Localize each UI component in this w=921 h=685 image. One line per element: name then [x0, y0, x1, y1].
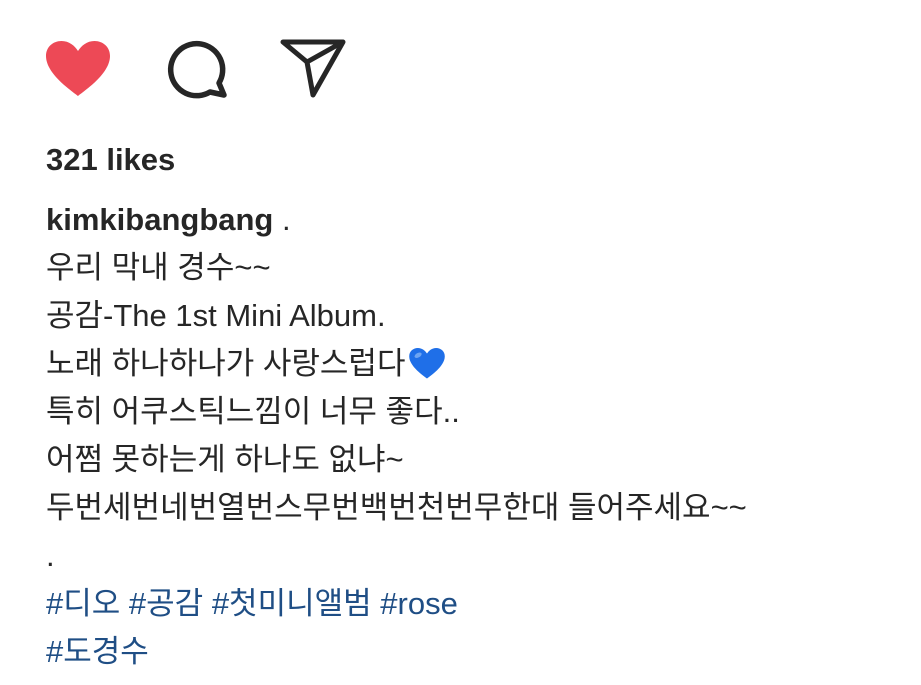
- hashtag-link[interactable]: #공감: [129, 586, 203, 621]
- caption-line: 공감-The 1st Mini Album.: [46, 298, 386, 333]
- speech-bubble-icon: [167, 40, 227, 99]
- like-button[interactable]: [40, 36, 116, 100]
- username-link[interactable]: kimkibangbang: [46, 202, 273, 237]
- caption-line: 어쩜 못하는게 하나도 없냐~: [46, 442, 404, 477]
- hashtag-link[interactable]: #첫미니앨범: [212, 586, 372, 621]
- share-button[interactable]: [278, 36, 348, 100]
- heart-filled-icon: [46, 41, 110, 96]
- caption-text: 노래 하나하나가 사랑스럽다: [46, 346, 406, 381]
- hashtag-link[interactable]: #디오: [46, 586, 120, 621]
- likes-count[interactable]: 321 likes: [46, 138, 175, 182]
- paper-plane-icon: [280, 39, 346, 98]
- caption-line: 노래 하나하나가 사랑스럽다: [46, 340, 906, 388]
- caption-line: 두번세번네번열번스무번백번천번무한대 들어주세요~~: [46, 490, 747, 525]
- caption-line: 특히 어쿠스틱느낌이 너무 좋다..: [46, 394, 460, 429]
- post-action-bar: [40, 36, 348, 100]
- caption-line: 우리 막내 경수~~: [46, 250, 271, 285]
- post-caption: kimkibangbang . 우리 막내 경수~~ 공감-The 1st Mi…: [46, 196, 906, 676]
- comment-button[interactable]: [162, 36, 232, 100]
- hashtag-link[interactable]: #rose: [380, 586, 458, 621]
- caption-text: .: [273, 202, 291, 237]
- hashtag-link[interactable]: #도경수: [46, 634, 149, 669]
- caption-line: .: [46, 538, 55, 573]
- caption-line: kimkibangbang .: [46, 196, 906, 244]
- hashtag-line: #디오 #공감 #첫미니앨범 #rose: [46, 580, 906, 628]
- hashtag-line: #도경수: [46, 628, 906, 676]
